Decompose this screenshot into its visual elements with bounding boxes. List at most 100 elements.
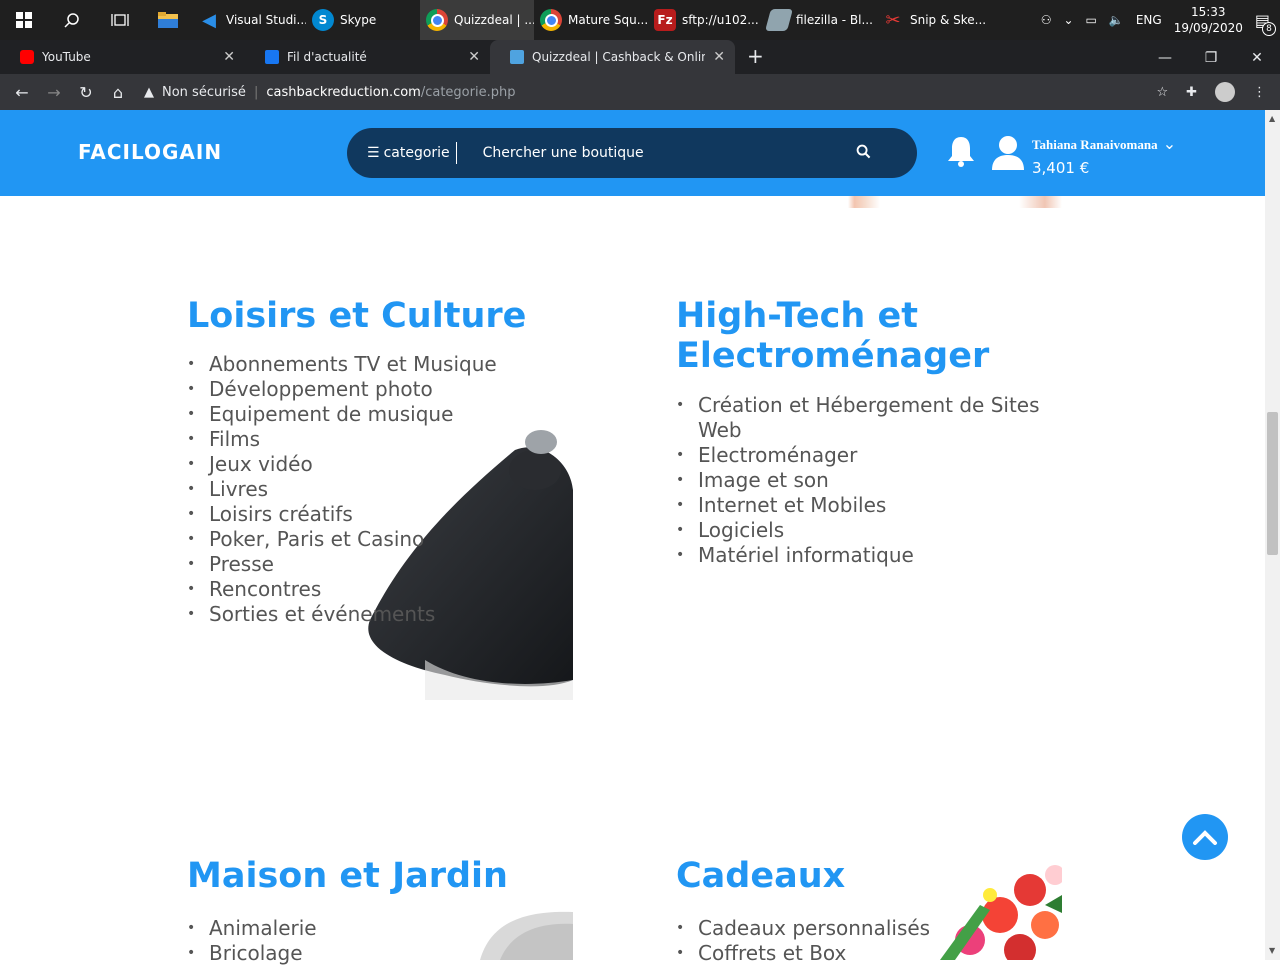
category-link[interactable]: Logiciels <box>676 518 1076 543</box>
user-name: Tahiana Ranaivomana ⌄ <box>1032 134 1176 153</box>
close-tab-icon[interactable]: ✕ <box>713 49 725 65</box>
volume-icon[interactable]: 🔈 <box>1109 13 1124 27</box>
category-link[interactable]: Création et Hébergement de Sites Web <box>676 393 1058 443</box>
section-title: Cadeaux <box>676 856 846 896</box>
chevron-up-icon[interactable]: ⌄ <box>1063 13 1073 27</box>
reload-icon[interactable]: ↻ <box>70 83 102 102</box>
category-link[interactable]: Rencontres <box>187 577 607 602</box>
tab-title: Quizzdeal | Cashback & Online Sh <box>532 50 706 64</box>
task-view-icon <box>111 14 129 26</box>
category-link[interactable]: Presse <box>187 552 607 577</box>
search-button[interactable] <box>48 0 96 40</box>
notifications-bell-icon[interactable] <box>946 134 976 172</box>
taskbar-app-label: Snip & Ske... <box>910 13 987 27</box>
taskbar-app-notes[interactable]: filezilla - Bl... <box>762 0 876 40</box>
people-icon[interactable]: ⚇ <box>1041 13 1052 27</box>
clock[interactable]: 15:33 19/09/2020 <box>1174 4 1243 36</box>
taskbar-app-filezilla[interactable]: Fz sftp://u102... <box>648 0 762 40</box>
section-title-line: High-Tech et <box>676 296 918 336</box>
category-menu-button[interactable]: ☰ categorie <box>347 145 450 161</box>
url-host: cashbackreduction.com <box>266 84 421 100</box>
taskbar-app-skype[interactable]: S Skype <box>306 0 420 40</box>
category-list: Animalerie Bricolage <box>187 916 607 966</box>
tab-youtube[interactable]: YouTube ✕ <box>0 40 245 74</box>
hamburger-icon: ☰ <box>367 145 380 161</box>
language-indicator[interactable]: ENG <box>1136 13 1162 27</box>
user-icon <box>992 136 1024 170</box>
taskbar-app-chrome-mature[interactable]: Mature Squ... <box>534 0 648 40</box>
page-scrollbar[interactable]: ▲ ▼ <box>1265 110 1280 960</box>
user-name-text: Tahiana Ranaivomana <box>1032 137 1158 152</box>
search-icon[interactable] <box>856 144 871 163</box>
minimize-icon[interactable]: — <box>1142 50 1188 74</box>
browser-toolbar: ← → ↻ ⌂ ▲ Non sécurisé | cashbackreducti… <box>0 74 1280 110</box>
taskbar-app-label: sftp://u102... <box>682 13 759 27</box>
bookmark-star-icon[interactable]: ☆ <box>1156 85 1168 100</box>
forward-icon[interactable]: → <box>38 83 70 102</box>
scroll-down-arrow-icon[interactable]: ▼ <box>1269 946 1275 955</box>
profile-avatar[interactable] <box>1215 82 1235 102</box>
scrollbar-thumb[interactable] <box>1267 412 1278 555</box>
category-link[interactable]: Films <box>187 427 607 452</box>
warning-icon: ▲ <box>144 84 154 100</box>
section-title: Loisirs et Culture <box>187 296 527 336</box>
site-logo[interactable]: FACILOGAIN <box>78 140 222 164</box>
category-link[interactable]: Matériel informatique <box>676 543 1076 568</box>
user-menu[interactable]: Tahiana Ranaivomana ⌄ 3,401 € <box>990 134 1176 177</box>
category-link[interactable]: Livres <box>187 477 607 502</box>
taskbar-app-label: Visual Studi... <box>226 13 306 27</box>
taskbar-app-label: Skype <box>340 13 377 27</box>
chrome-icon <box>540 9 562 31</box>
category-list: Cadeaux personnalisés Coffrets et Box <box>676 916 1076 966</box>
home-icon[interactable]: ⌂ <box>102 83 134 102</box>
taskbar-app-snip[interactable]: ✂ Snip & Ske... <box>876 0 990 40</box>
category-link[interactable]: Jeux vidéo <box>187 452 607 477</box>
category-link[interactable]: Electroménager <box>676 443 1076 468</box>
chevron-down-icon: ⌄ <box>1162 134 1177 153</box>
extensions-icon[interactable]: ✚ <box>1186 85 1197 100</box>
store-search-input[interactable]: Chercher une boutique <box>483 145 856 161</box>
menu-icon[interactable]: ⋮ <box>1253 85 1266 100</box>
site-icon <box>510 50 524 64</box>
divider: | <box>253 84 259 100</box>
network-icon[interactable]: ▭ <box>1086 13 1097 27</box>
category-link[interactable]: Développement photo <box>187 377 607 402</box>
category-link[interactable]: Poker, Paris et Casino <box>187 527 607 552</box>
task-view-button[interactable] <box>96 0 144 40</box>
scroll-to-top-button[interactable] <box>1182 814 1228 860</box>
category-link[interactable]: Internet et Mobiles <box>676 493 1076 518</box>
close-tab-icon[interactable]: ✕ <box>223 49 235 65</box>
taskbar-app-label: Mature Squ... <box>568 13 648 27</box>
section-high-tech: High-Tech et Electroménager Création et H… <box>676 296 1076 568</box>
tab-title: Fil d'actualité <box>287 50 367 64</box>
category-link[interactable]: Equipement de musique <box>187 402 607 427</box>
tab-facebook[interactable]: Fil d'actualité ✕ <box>245 40 490 74</box>
scroll-up-arrow-icon[interactable]: ▲ <box>1269 114 1275 123</box>
category-link[interactable]: Abonnements TV et Musique <box>187 352 607 377</box>
section-title: Maison et Jardin <box>187 856 508 896</box>
category-link[interactable]: Bricolage <box>187 941 607 966</box>
category-link[interactable]: Animalerie <box>187 916 607 941</box>
start-button[interactable] <box>0 0 48 40</box>
url-path: /categorie.php <box>420 84 516 100</box>
close-tab-icon[interactable]: ✕ <box>468 49 480 65</box>
category-link[interactable]: Cadeaux personnalisés <box>676 916 1076 941</box>
security-label[interactable]: Non sécurisé <box>162 85 246 100</box>
category-link[interactable]: Sorties et événements <box>187 602 607 627</box>
category-link[interactable]: Coffrets et Box <box>676 941 1076 966</box>
taskbar-app-chrome-quizzdeal[interactable]: Quizzdeal | ... <box>420 0 534 40</box>
category-link[interactable]: Loisirs créatifs <box>187 502 607 527</box>
new-tab-button[interactable]: + <box>735 44 776 74</box>
address-bar[interactable]: ▲ Non sécurisé | cashbackreduction.com/c… <box>144 85 1156 100</box>
divider <box>455 142 457 164</box>
back-icon[interactable]: ← <box>6 83 38 102</box>
taskbar-app-vscode[interactable]: ◀ Visual Studi... <box>192 0 306 40</box>
section-cadeaux: Cadeaux Cadeaux personnalisés Coffrets e… <box>676 856 1076 966</box>
close-window-icon[interactable]: ✕ <box>1234 50 1280 74</box>
restore-icon[interactable]: ❐ <box>1188 50 1234 74</box>
file-explorer-button[interactable] <box>144 0 192 40</box>
notification-center-icon[interactable]: ▤ 8 <box>1255 11 1276 36</box>
category-link[interactable]: Image et son <box>676 468 1076 493</box>
search-bar: ☰ categorie Chercher une boutique <box>347 128 917 178</box>
tab-quizzdeal[interactable]: Quizzdeal | Cashback & Online Sh ✕ <box>490 40 735 74</box>
